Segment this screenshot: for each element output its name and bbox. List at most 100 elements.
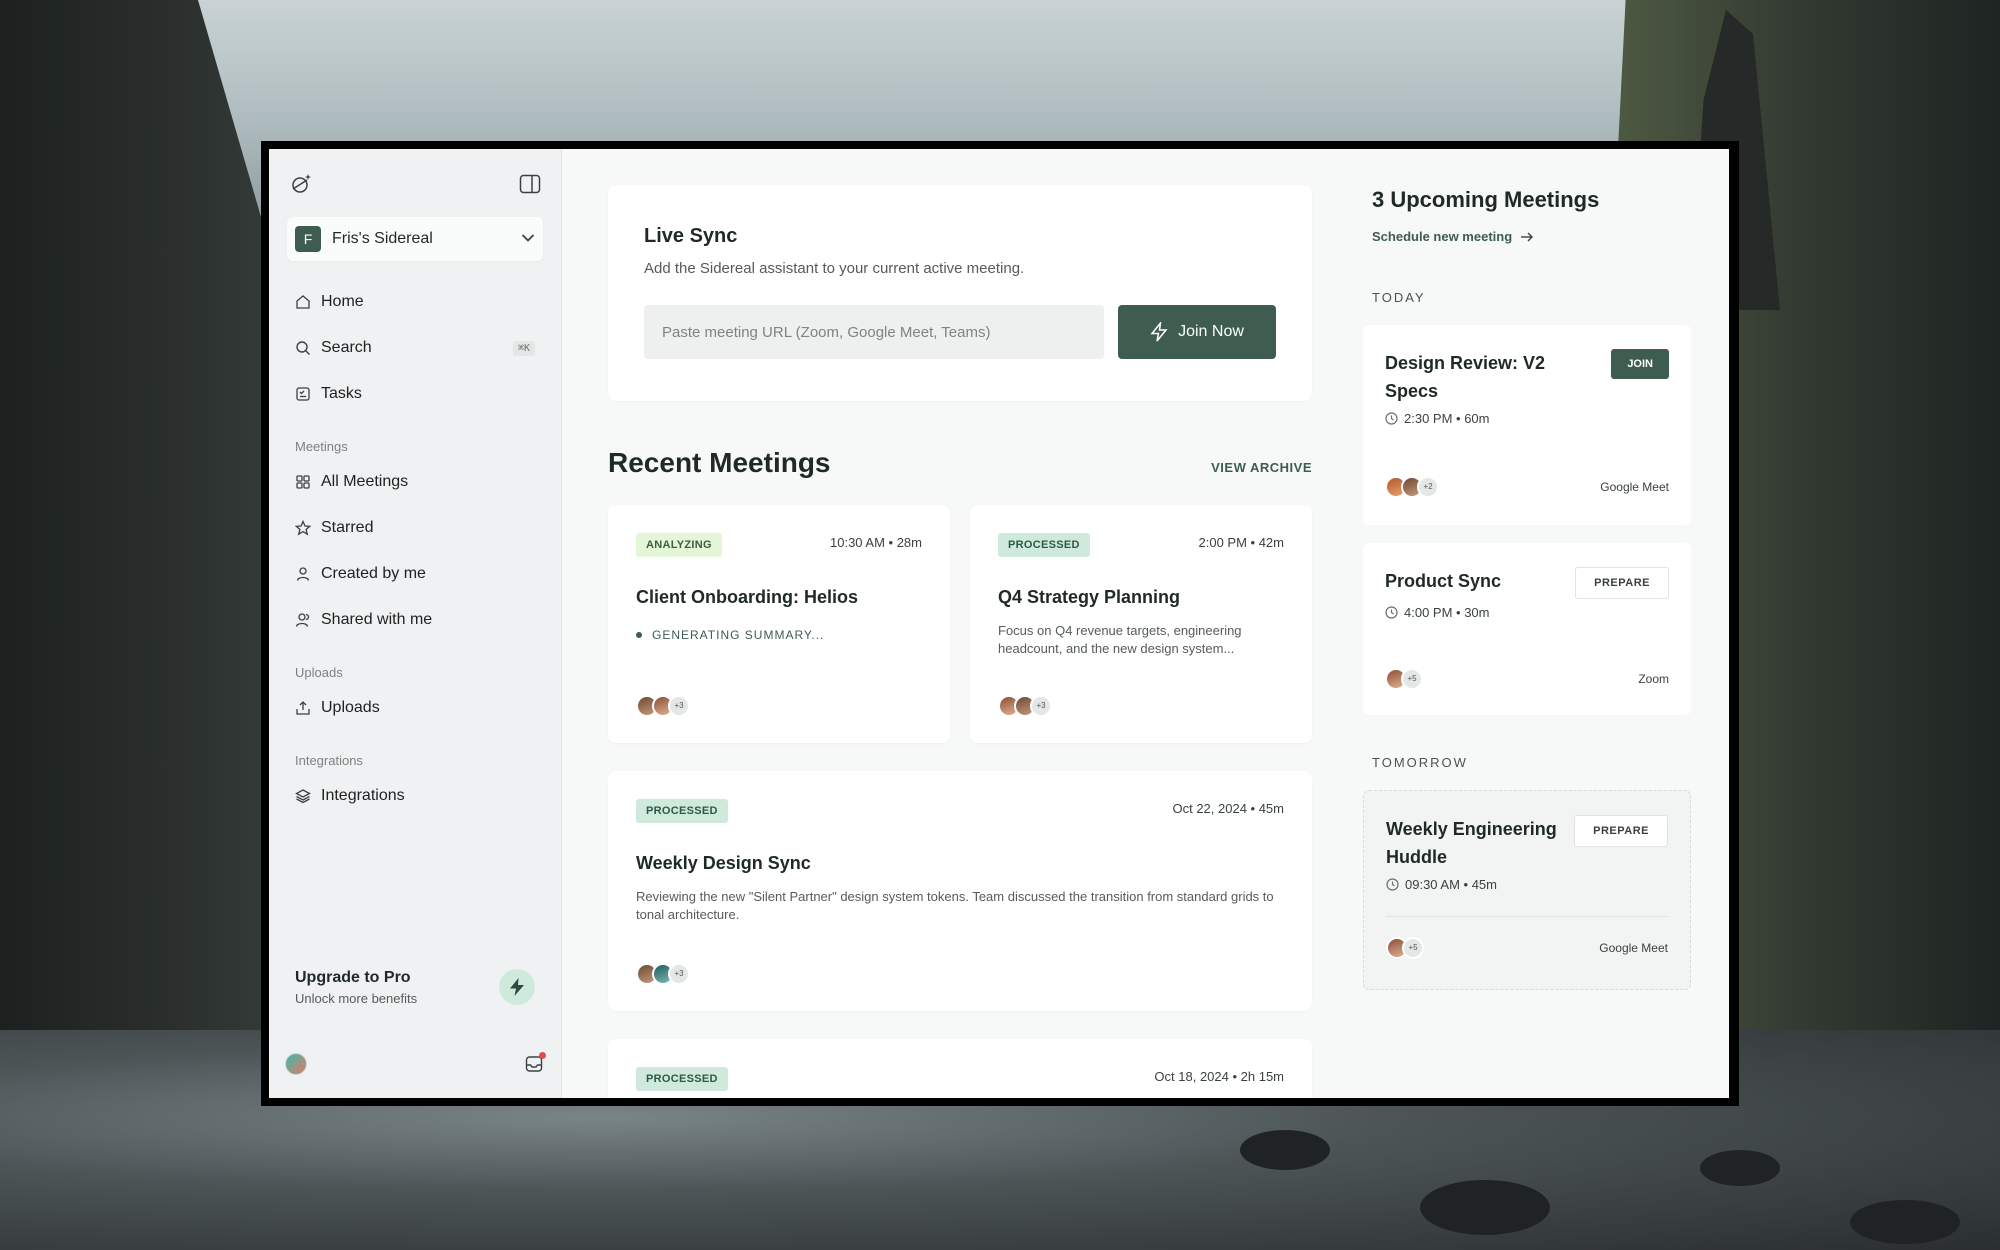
meeting-card-header: PROCESSED Oct 18, 2024 • 2h 15m — [636, 1067, 1284, 1091]
nav-item-tasks[interactable]: Tasks — [287, 371, 543, 417]
upcoming-meeting-card[interactable]: Product Sync PREPARE 4:00 PM • 30m +5 Zo… — [1363, 543, 1691, 715]
upcoming-card-header: Product Sync PREPARE — [1385, 567, 1669, 599]
status-badge: ANALYZING — [636, 533, 722, 557]
generating-status: GENERATING SUMMARY... — [636, 628, 922, 642]
search-icon — [296, 341, 310, 355]
primary-nav: Home Search ⌘K Tasks Meetings All Meetin… — [287, 279, 543, 819]
nav-item-label: Tasks — [321, 385, 362, 402]
background-rock — [1240, 1130, 1330, 1170]
meeting-platform: Google Meet — [1600, 480, 1669, 494]
meeting-card-header: ANALYZING 10:30 AM • 28m — [636, 533, 922, 557]
meeting-title: Client Onboarding: Helios — [636, 587, 859, 607]
join-button[interactable]: JOIN — [1611, 349, 1669, 379]
recent-meetings-grid: ANALYZING 10:30 AM • 28m Client Onboardi… — [608, 505, 1312, 743]
join-now-button[interactable]: Join Now — [1118, 305, 1276, 359]
nav-item-all-meetings[interactable]: All Meetings — [287, 459, 543, 505]
meeting-platform: Google Meet — [1599, 941, 1668, 955]
time-label: 2:30 PM • 60m — [1404, 411, 1490, 426]
meeting-url-input[interactable] — [644, 305, 1104, 359]
sidebar: F Fris's Sidereal Home Search ⌘K Tasks M… — [269, 149, 562, 1098]
upcoming-title: 3 Upcoming Meetings — [1372, 187, 1600, 212]
time-label: 09:30 AM • 45m — [1405, 877, 1497, 892]
divider — [1386, 916, 1668, 917]
upgrade-title: Upgrade to Pro — [295, 968, 411, 986]
inbox-button[interactable] — [525, 1052, 546, 1073]
meeting-card[interactable]: PROCESSED Oct 22, 2024 • 45m Weekly Desi… — [608, 771, 1312, 1011]
upcoming-meeting-time: 2:30 PM • 60m — [1385, 411, 1669, 426]
prepare-button[interactable]: PREPARE — [1575, 567, 1669, 599]
main-content: Live Sync Add the Sidereal assistant to … — [562, 149, 1363, 1098]
clock-icon — [1385, 412, 1398, 425]
upcoming-meeting-title: Design Review: V2 Specs — [1385, 353, 1546, 401]
upcoming-card-header: Weekly Engineering Huddle PREPARE — [1386, 815, 1668, 871]
participant-avatars: +3 — [636, 963, 690, 985]
sidebar-toggle-icon[interactable] — [519, 174, 541, 199]
participant-avatars: +3 — [998, 695, 1052, 717]
meeting-card[interactable]: ANALYZING 10:30 AM • 28m Client Onboardi… — [608, 505, 950, 743]
workspace-switcher[interactable]: F Fris's Sidereal — [287, 217, 543, 261]
background-rock — [1700, 1150, 1780, 1186]
upcoming-card-footer: +5 Zoom — [1385, 668, 1669, 690]
upcoming-meeting-title: Weekly Engineering Huddle — [1386, 819, 1557, 867]
nav-section-uploads: Uploads — [295, 665, 343, 680]
nav-item-label: Home — [321, 293, 364, 310]
clock-icon — [1385, 606, 1398, 619]
upcoming-meeting-time: 09:30 AM • 45m — [1386, 877, 1668, 892]
background-rock — [1420, 1180, 1550, 1235]
nav-item-uploads[interactable]: Uploads — [287, 685, 543, 731]
nav-item-label: Created by me — [321, 565, 426, 582]
nav-item-shared-with-me[interactable]: Shared with me — [287, 597, 543, 643]
nav-item-integrations[interactable]: Integrations — [287, 773, 543, 819]
tasks-icon — [296, 387, 310, 401]
upcoming-meeting-card[interactable]: Design Review: V2 Specs JOIN 2:30 PM • 6… — [1363, 325, 1691, 525]
upcoming-meeting-card[interactable]: Weekly Engineering Huddle PREPARE 09:30 … — [1363, 790, 1691, 990]
user-avatar[interactable] — [285, 1053, 307, 1075]
nav-item-created-by-me[interactable]: Created by me — [287, 551, 543, 597]
bolt-icon — [510, 978, 524, 996]
upcoming-panel: 3 Upcoming Meetings Schedule new meeting… — [1363, 149, 1691, 1098]
logo-icon[interactable] — [289, 172, 313, 201]
meeting-card-header: PROCESSED 2:00 PM • 42m — [998, 533, 1284, 557]
join-now-label: Join Now — [1178, 323, 1244, 340]
view-archive-link[interactable]: VIEW ARCHIVE — [1211, 460, 1312, 475]
schedule-meeting-link[interactable]: Schedule new meeting — [1363, 229, 1691, 244]
upgrade-button[interactable] — [499, 969, 535, 1005]
meeting-card[interactable]: PROCESSED Oct 18, 2024 • 2h 15m — [608, 1039, 1312, 1098]
participant-avatars: +5 — [1385, 668, 1423, 690]
more-participants: +5 — [1401, 668, 1423, 690]
upcoming-meeting-time: 4:00 PM • 30m — [1385, 605, 1669, 620]
status-badge: PROCESSED — [636, 799, 728, 823]
meeting-platform: Zoom — [1638, 672, 1669, 686]
clock-icon — [1386, 878, 1399, 891]
upgrade-subtitle: Unlock more benefits — [295, 990, 418, 1006]
nav-item-label: All Meetings — [321, 473, 409, 490]
status-badge: PROCESSED — [636, 1067, 728, 1091]
nav-item-label: Search — [321, 339, 372, 356]
star-icon — [295, 520, 311, 536]
nav-section-meetings: Meetings — [295, 439, 348, 454]
more-participants: +3 — [668, 963, 690, 985]
status-badge: PROCESSED — [998, 533, 1090, 557]
workspace-name: Fris's Sidereal — [332, 230, 433, 247]
nav-item-home[interactable]: Home — [287, 279, 543, 325]
generating-label: GENERATING SUMMARY... — [652, 628, 825, 642]
nav-item-search[interactable]: Search ⌘K — [287, 325, 543, 371]
participant-avatars: +3 — [636, 695, 690, 717]
prepare-button[interactable]: PREPARE — [1574, 815, 1668, 847]
day-label-today: TODAY — [1372, 290, 1426, 305]
schedule-label: Schedule new meeting — [1372, 229, 1513, 244]
upgrade-banner[interactable]: Upgrade to Pro Unlock more benefits — [287, 957, 543, 1017]
nav-item-label: Shared with me — [321, 611, 433, 628]
upcoming-card-footer: +5 Google Meet — [1386, 937, 1668, 959]
nav-item-starred[interactable]: Starred — [287, 505, 543, 551]
meeting-card[interactable]: PROCESSED 2:00 PM • 42m Q4 Strategy Plan… — [970, 505, 1312, 743]
search-shortcut: ⌘K — [512, 340, 535, 356]
nav-item-label: Integrations — [321, 787, 405, 804]
meeting-time: Oct 22, 2024 • 45m — [1172, 801, 1284, 816]
arrow-right-icon — [1521, 232, 1534, 241]
grid-icon — [296, 475, 310, 489]
chevron-down-icon — [521, 230, 535, 248]
workspace-avatar: F — [295, 226, 321, 252]
more-participants: +3 — [668, 695, 690, 717]
meeting-time: 2:00 PM • 42m — [1198, 535, 1284, 550]
